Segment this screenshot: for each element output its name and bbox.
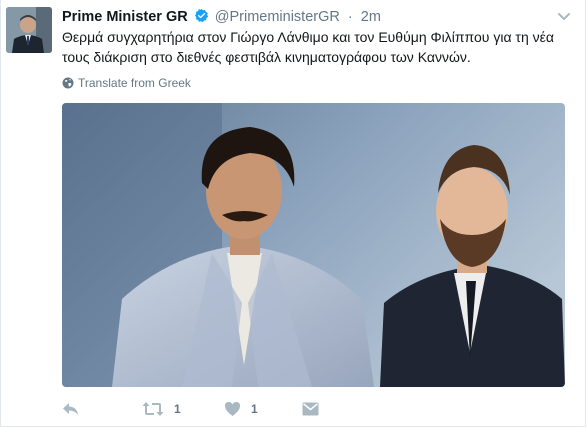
verified-badge-icon bbox=[194, 8, 209, 23]
tweet-text: Θερμά συγχαρητήρια στον Γιώργο Λάνθιμο κ… bbox=[62, 29, 554, 65]
direct-message-button[interactable] bbox=[302, 399, 319, 419]
header-separator: · bbox=[347, 9, 353, 25]
tweet-photo[interactable] bbox=[62, 103, 565, 387]
avatar-photo bbox=[6, 7, 52, 53]
reply-icon bbox=[62, 401, 80, 417]
translate-label: Translate from Greek bbox=[78, 76, 191, 90]
direct-message-icon bbox=[302, 402, 319, 416]
chevron-down-icon[interactable] bbox=[557, 10, 571, 22]
reply-button[interactable] bbox=[62, 399, 80, 419]
retweet-icon bbox=[142, 401, 164, 417]
globe-icon bbox=[62, 76, 74, 89]
author-name[interactable]: Prime Minister GR bbox=[62, 9, 188, 25]
tweet-header: Prime Minister GR @PrimeministerGR · 2m bbox=[62, 7, 381, 27]
photo-two-men bbox=[62, 103, 565, 387]
like-count: 1 bbox=[251, 402, 258, 416]
retweet-button[interactable]: 1 bbox=[142, 399, 181, 419]
heart-icon bbox=[224, 401, 241, 417]
tweet-card: Prime Minister GR @PrimeministerGR · 2m … bbox=[0, 0, 586, 427]
screen-name[interactable]: @PrimeministerGR bbox=[215, 9, 340, 25]
translate-link[interactable]: Translate from Greek bbox=[62, 74, 191, 92]
like-button[interactable]: 1 bbox=[224, 399, 258, 419]
retweet-count: 1 bbox=[174, 402, 181, 416]
avatar[interactable] bbox=[6, 7, 52, 53]
tweet-timestamp[interactable]: 2m bbox=[361, 9, 381, 25]
